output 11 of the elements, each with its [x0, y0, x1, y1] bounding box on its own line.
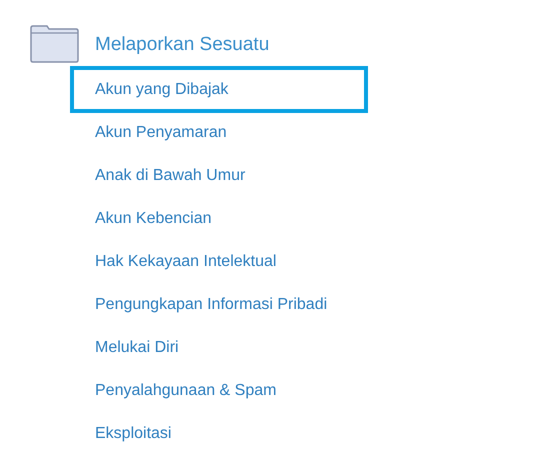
menu-link[interactable]: Akun yang Dibajak — [70, 66, 368, 113]
folder-icon — [30, 25, 79, 63]
menu-link[interactable]: Hak Kekayaan Intelektual — [70, 240, 368, 283]
menu-link[interactable]: Eksploitasi — [70, 412, 368, 455]
menu-link[interactable]: Anak di Bawah Umur — [70, 154, 368, 197]
section-title: Melaporkan Sesuatu — [95, 33, 270, 56]
menu-link[interactable]: Melukai Diri — [70, 326, 368, 369]
menu-link[interactable]: Penyalahgunaan & Spam — [70, 369, 368, 412]
menu-link[interactable]: Pengungkapan Informasi Pribadi — [70, 283, 368, 326]
menu-link[interactable]: Akun Penyamaran — [70, 111, 368, 154]
menu-link[interactable]: Akun Kebencian — [70, 197, 368, 240]
